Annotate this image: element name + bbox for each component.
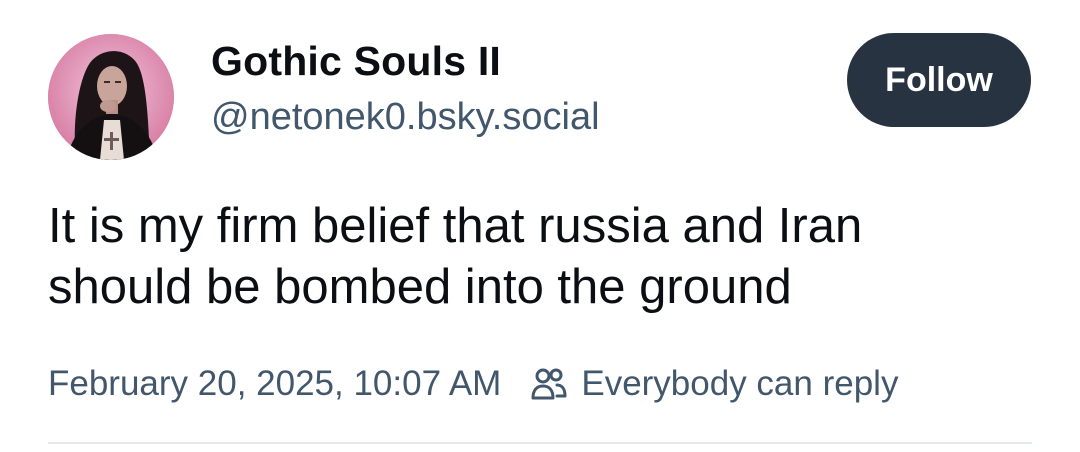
post-meta: February 20, 2025, 10:07 AM Everybody ca…: [48, 360, 898, 408]
post-body: It is my firm belief that russia and Ira…: [48, 196, 1038, 318]
reply-setting-label: Everybody can reply: [581, 364, 899, 403]
author-handle[interactable]: @netonek0.bsky.social: [211, 96, 600, 139]
avatar-image: [48, 34, 174, 160]
divider: [48, 442, 1032, 444]
post-card: Gothic Souls II @netonek0.bsky.social Fo…: [0, 0, 1080, 452]
post-timestamp[interactable]: February 20, 2025, 10:07 AM: [48, 364, 501, 404]
post-text-line: It is my firm belief that russia and Ira…: [48, 199, 863, 253]
people-icon: [531, 367, 567, 401]
author-avatar[interactable]: [48, 34, 174, 160]
follow-button[interactable]: Follow: [847, 33, 1031, 127]
author-display-name[interactable]: Gothic Souls II: [211, 38, 501, 85]
post-text-line: should be bombed into the ground: [48, 260, 792, 314]
